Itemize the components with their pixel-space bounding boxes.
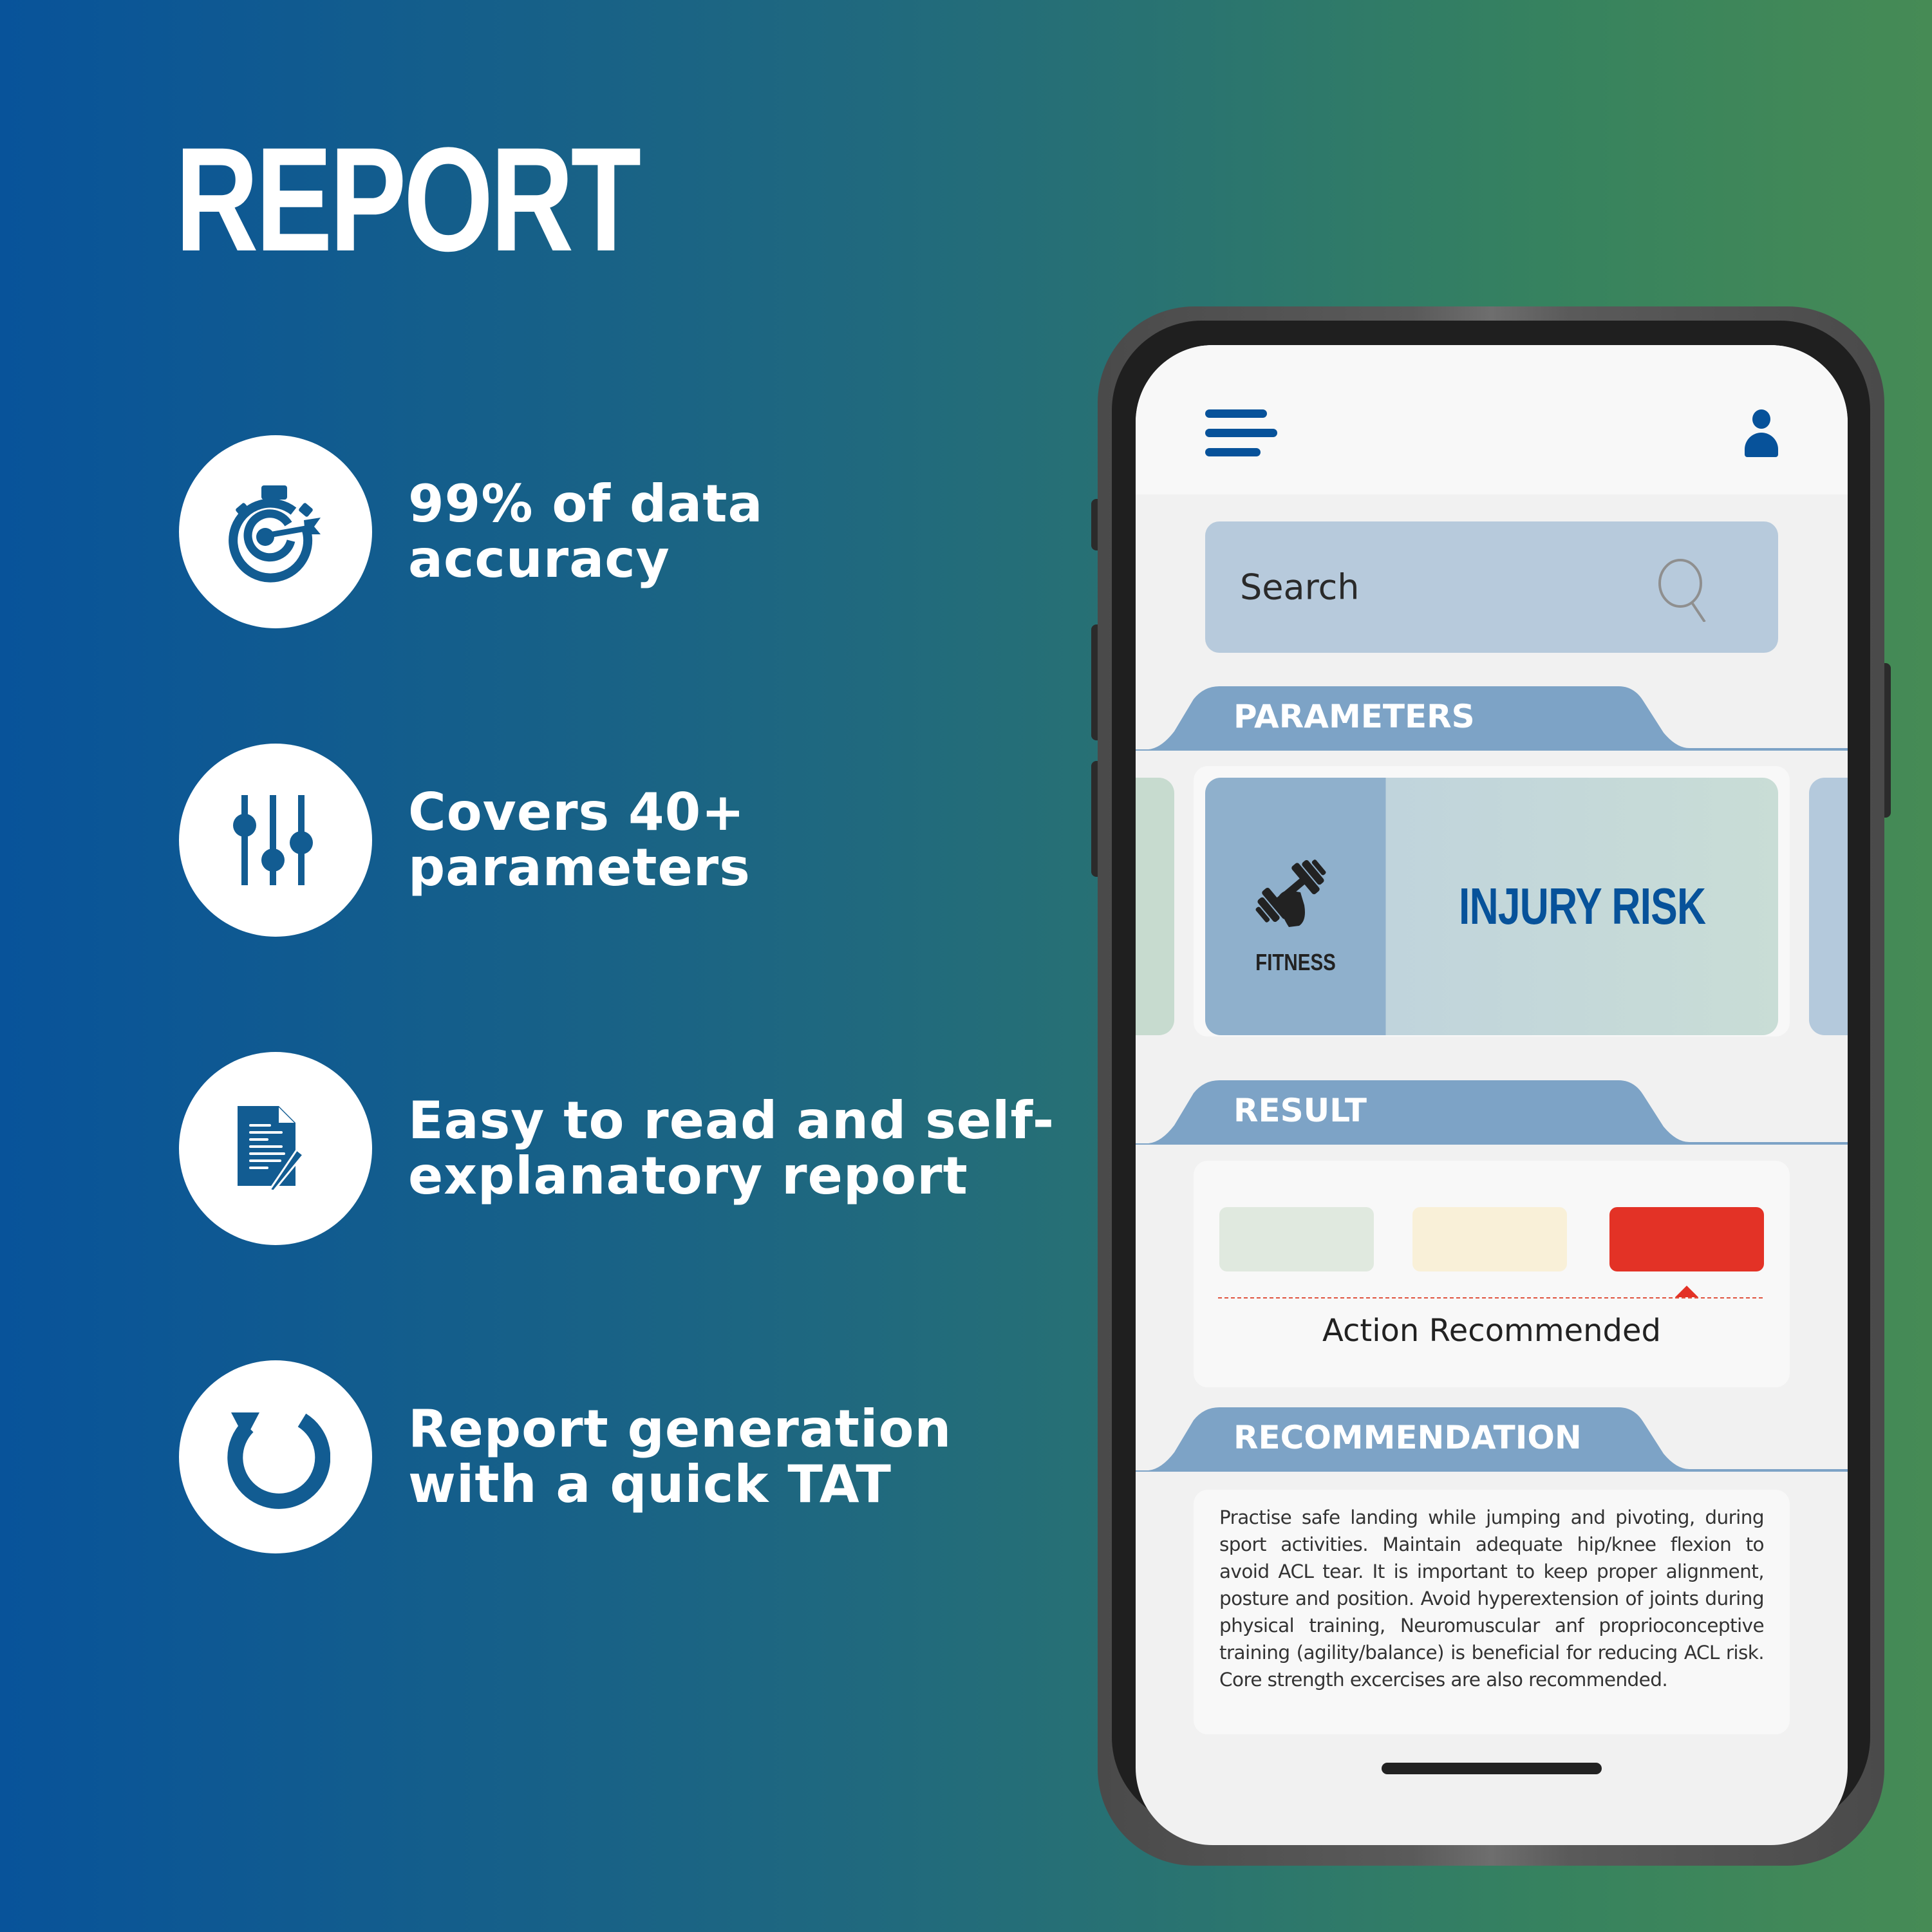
- user-icon[interactable]: [1743, 409, 1779, 458]
- parameter-card-previous[interactable]: [1136, 778, 1174, 1035]
- parameter-category-label: FITNESS: [1255, 949, 1336, 975]
- feature-line: Covers 40+: [408, 782, 746, 842]
- feature-icon-circle: [179, 1360, 372, 1553]
- document-pen-icon: [238, 1106, 305, 1192]
- feature-line: explanatory report: [408, 1146, 968, 1206]
- section-title: RECOMMENDATION: [1233, 1419, 1582, 1456]
- result-level-high: [1609, 1207, 1764, 1271]
- search-icon[interactable]: [1652, 558, 1716, 622]
- app-header: [1136, 345, 1848, 494]
- section-tab-recommendation[interactable]: RECOMMENDATION: [1136, 1407, 1848, 1472]
- parameter-name: INJURY RISK: [1458, 877, 1706, 935]
- recommendation-card: Practise safe landing while jumping and …: [1194, 1490, 1790, 1734]
- feature-text: 99% of data accuracy: [408, 476, 763, 587]
- search-input[interactable]: Search: [1205, 521, 1778, 653]
- home-indicator[interactable]: [1382, 1763, 1602, 1774]
- result-scale-line: [1218, 1297, 1763, 1299]
- result-pointer-icon: [1675, 1286, 1698, 1297]
- section-title: RESULT: [1233, 1092, 1367, 1129]
- feature-line: accuracy: [408, 529, 670, 589]
- feature-line: 99% of data: [408, 474, 764, 534]
- stopwatch-target-icon: [229, 485, 321, 583]
- refresh-icon: [227, 1412, 330, 1509]
- feature-line: Report generation: [408, 1399, 952, 1459]
- parameter-card-next[interactable]: [1809, 778, 1848, 1035]
- parameter-card[interactable]: FITNESS INJURY RISK: [1205, 778, 1778, 1035]
- section-title: PARAMETERS: [1233, 698, 1475, 735]
- result-level-medium: [1412, 1207, 1567, 1271]
- feature-parameters: Covers 40+ parameters: [179, 744, 1080, 937]
- feature-accuracy: 99% of data accuracy: [179, 435, 1080, 628]
- parameter-category: FITNESS: [1205, 778, 1386, 1035]
- section-tab-result[interactable]: RESULT: [1136, 1080, 1848, 1145]
- result-level-low: [1219, 1207, 1374, 1271]
- feature-text: Report generation with a quick TAT: [408, 1402, 952, 1512]
- result-label: Action Recommended: [1322, 1313, 1661, 1349]
- phone-screen: Search PARAMETERS FITNESS INJURY RISK RE…: [1136, 345, 1848, 1845]
- dumbbell-hand-icon: [1255, 859, 1326, 927]
- sliders-icon: [233, 795, 313, 885]
- feature-icon-circle: [179, 1052, 372, 1245]
- feature-line: parameters: [408, 838, 751, 897]
- feature-easy-report: Easy to read and self- explanatory repor…: [179, 1052, 1080, 1245]
- hamburger-menu-icon[interactable]: [1205, 409, 1282, 461]
- feature-line: Easy to read and self-: [408, 1091, 1055, 1150]
- feature-text: Covers 40+ parameters: [408, 785, 751, 896]
- feature-text: Easy to read and self- explanatory repor…: [408, 1093, 1055, 1204]
- result-card: Action Recommended: [1194, 1161, 1790, 1387]
- recommendation-text: Practise safe landing while jumping and …: [1219, 1506, 1765, 1691]
- feature-quick-tat: Report generation with a quick TAT: [179, 1360, 1080, 1553]
- page-title: REPORT: [175, 117, 641, 282]
- feature-line: with a quick TAT: [408, 1454, 892, 1514]
- feature-icon-circle: [179, 744, 372, 937]
- search-placeholder: Search: [1240, 567, 1360, 608]
- section-tab-parameters[interactable]: PARAMETERS: [1136, 686, 1848, 751]
- feature-icon-circle: [179, 435, 372, 628]
